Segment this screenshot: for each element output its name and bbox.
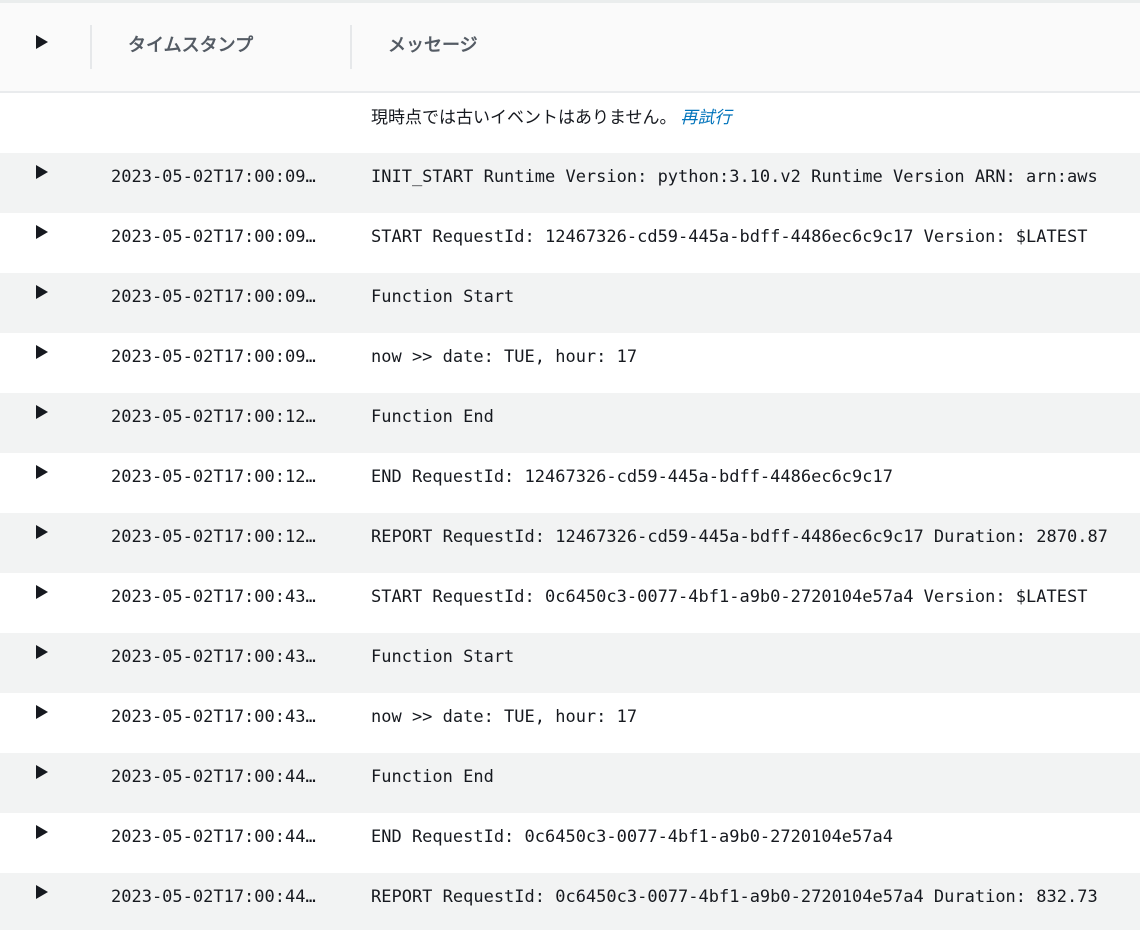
log-event-message: REPORT RequestId: 12467326-cd59-445a-bdf… [371, 527, 1108, 547]
log-event-message: Function Start [371, 647, 515, 667]
log-event-message: START RequestId: 12467326-cd59-445a-bdff… [371, 227, 1088, 247]
log-event-message: INIT_START Runtime Version: python:3.10.… [371, 167, 1098, 187]
log-event-list: 2023-05-02T17:00:09… INIT_START Runtime V… [0, 153, 1140, 930]
expand-row-caret-icon[interactable] [35, 284, 49, 300]
column-divider[interactable] [350, 25, 352, 69]
no-older-events-message: 現時点では古いイベントはありません。 [371, 108, 677, 128]
log-event-timestamp: 2023-05-02T17:00:44… [111, 767, 316, 787]
log-event-row[interactable]: 2023-05-02T17:00:12… Function End [0, 393, 1140, 453]
log-event-timestamp: 2023-05-02T17:00:43… [111, 707, 316, 727]
log-event-message: START RequestId: 0c6450c3-0077-4bf1-a9b0… [371, 587, 1088, 607]
log-event-message: END RequestId: 0c6450c3-0077-4bf1-a9b0-2… [371, 827, 893, 847]
expand-row-caret-icon[interactable] [35, 764, 49, 780]
log-event-row[interactable]: 2023-05-02T17:00:09… START RequestId: 124… [0, 213, 1140, 273]
log-event-message: Function End [371, 767, 494, 787]
column-divider[interactable] [90, 25, 92, 69]
expand-row-caret-icon[interactable] [35, 224, 49, 240]
expand-row-caret-icon[interactable] [35, 644, 49, 660]
expand-row-caret-icon[interactable] [35, 404, 49, 420]
log-event-timestamp: 2023-05-02T17:00:12… [111, 407, 316, 427]
log-event-row[interactable]: 2023-05-02T17:00:44… REPORT RequestId: 0c… [0, 873, 1140, 930]
expand-row-caret-icon[interactable] [35, 344, 49, 360]
older-events-notice: 現時点では古いイベントはありません。 再試行 [0, 93, 1140, 153]
log-event-timestamp: 2023-05-02T17:00:12… [111, 527, 316, 547]
log-event-message: now >> date: TUE, hour: 17 [371, 707, 638, 727]
log-event-row[interactable]: 2023-05-02T17:00:44… END RequestId: 0c645… [0, 813, 1140, 873]
expand-row-caret-icon[interactable] [35, 884, 49, 900]
log-table-header: タイムスタンプ メッセージ [0, 3, 1140, 93]
expand-row-caret-icon[interactable] [35, 824, 49, 840]
log-event-row[interactable]: 2023-05-02T17:00:12… END RequestId: 12467… [0, 453, 1140, 513]
log-event-message: REPORT RequestId: 0c6450c3-0077-4bf1-a9b… [371, 887, 1098, 907]
log-event-timestamp: 2023-05-02T17:00:43… [111, 647, 316, 667]
log-event-timestamp: 2023-05-02T17:00:09… [111, 227, 316, 247]
log-event-message: END RequestId: 12467326-cd59-445a-bdff-4… [371, 467, 893, 487]
expand-row-caret-icon[interactable] [35, 164, 49, 180]
retry-link[interactable]: 再試行 [681, 108, 732, 128]
column-header-message[interactable]: メッセージ [388, 35, 478, 57]
log-event-timestamp: 2023-05-02T17:00:12… [111, 467, 316, 487]
expand-row-caret-icon[interactable] [35, 524, 49, 540]
expand-all-caret-icon[interactable] [35, 34, 49, 50]
log-event-message: now >> date: TUE, hour: 17 [371, 347, 638, 367]
notice-text: 現時点では古いイベントはありません。 再試行 [371, 107, 732, 129]
log-event-row[interactable]: 2023-05-02T17:00:43… START RequestId: 0c6… [0, 573, 1140, 633]
log-event-message: Function Start [371, 287, 515, 307]
log-event-timestamp: 2023-05-02T17:00:43… [111, 587, 316, 607]
column-header-timestamp[interactable]: タイムスタンプ [128, 35, 253, 57]
log-event-row[interactable]: 2023-05-02T17:00:44… Function End [0, 753, 1140, 813]
log-event-row[interactable]: 2023-05-02T17:00:09… now >> date: TUE, ho… [0, 333, 1140, 393]
log-event-timestamp: 2023-05-02T17:00:44… [111, 887, 316, 907]
log-event-row[interactable]: 2023-05-02T17:00:09… Function Start [0, 273, 1140, 333]
expand-row-caret-icon[interactable] [35, 584, 49, 600]
log-event-timestamp: 2023-05-02T17:00:09… [111, 347, 316, 367]
log-event-row[interactable]: 2023-05-02T17:00:12… REPORT RequestId: 12… [0, 513, 1140, 573]
expand-row-caret-icon[interactable] [35, 704, 49, 720]
expand-row-caret-icon[interactable] [35, 464, 49, 480]
log-event-timestamp: 2023-05-02T17:00:44… [111, 827, 316, 847]
log-event-row[interactable]: 2023-05-02T17:00:43… now >> date: TUE, ho… [0, 693, 1140, 753]
log-event-row[interactable]: 2023-05-02T17:00:43… Function Start [0, 633, 1140, 693]
log-event-row[interactable]: 2023-05-02T17:00:09… INIT_START Runtime V… [0, 153, 1140, 213]
log-event-message: Function End [371, 407, 494, 427]
log-event-timestamp: 2023-05-02T17:00:09… [111, 287, 316, 307]
log-event-timestamp: 2023-05-02T17:00:09… [111, 167, 316, 187]
